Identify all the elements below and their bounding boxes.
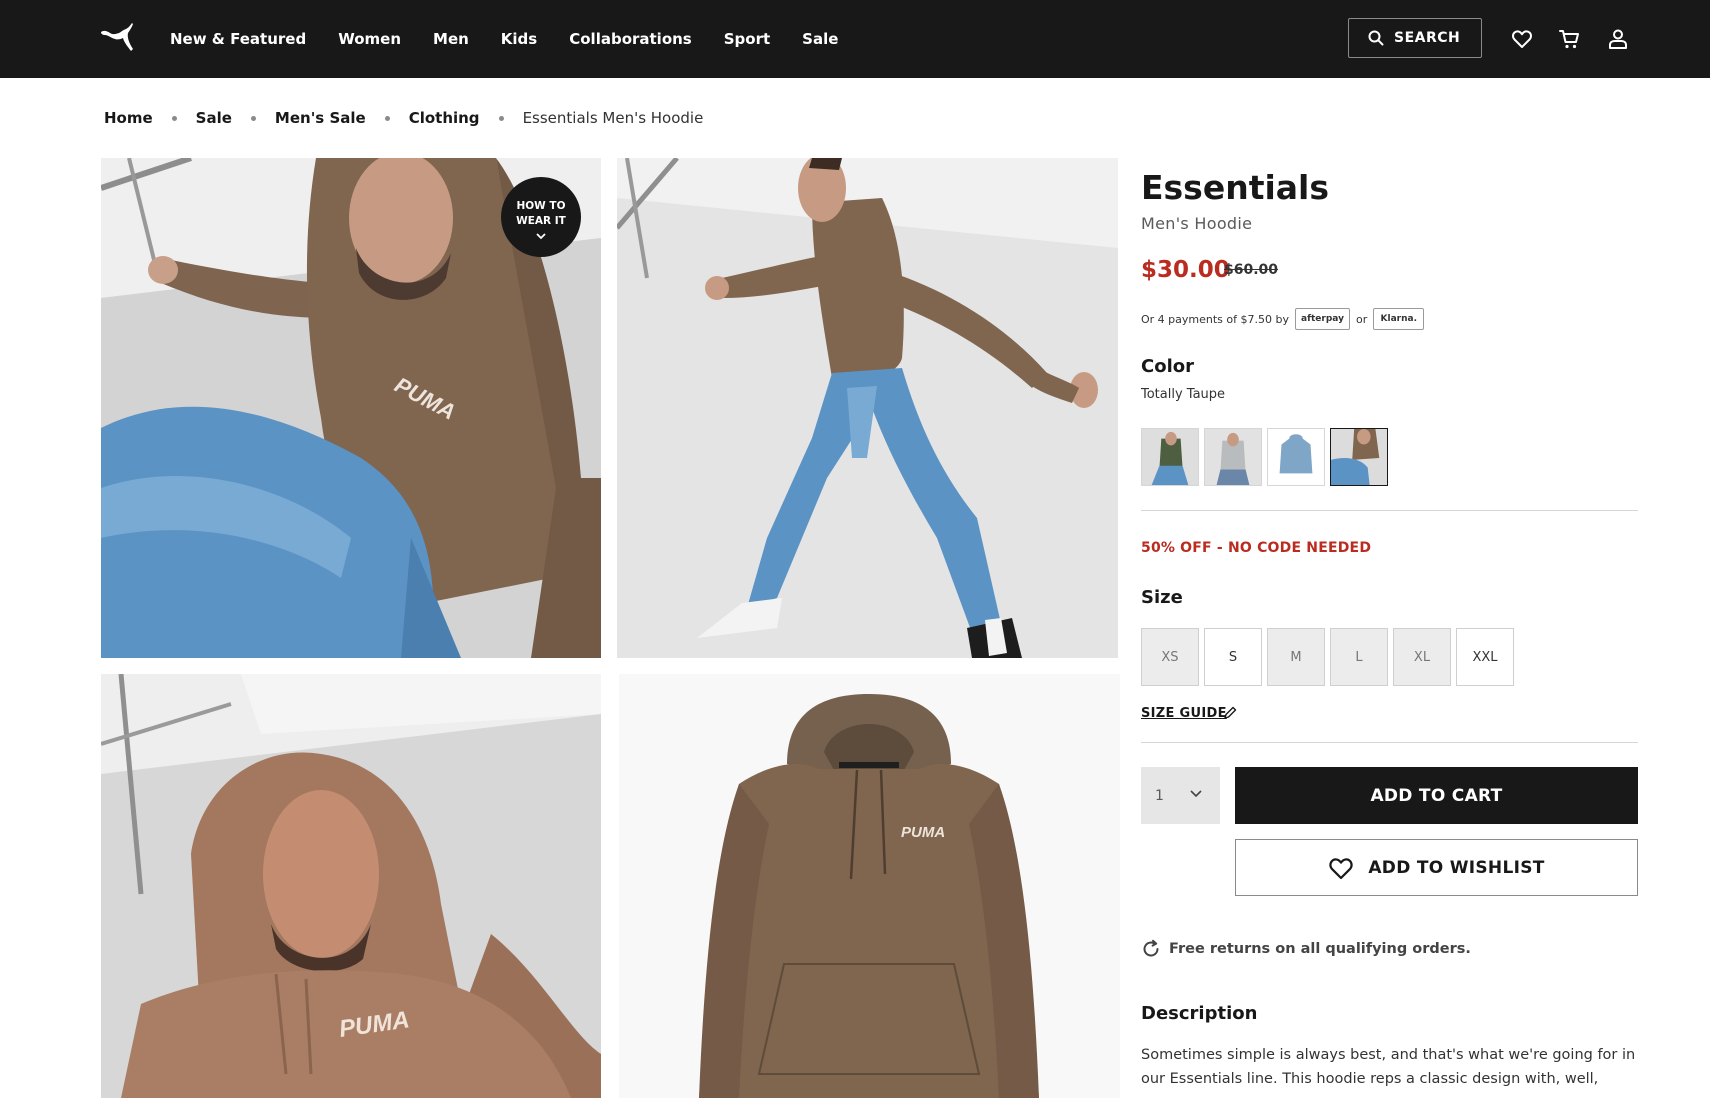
nav-item-sale[interactable]: Sale [802,30,838,48]
add-to-wishlist-label: ADD TO WISHLIST [1368,857,1545,878]
quantity-select[interactable]: 1 [1141,767,1220,824]
breadcrumb-mens-sale[interactable]: Men's Sale [275,109,366,127]
add-to-cart-button[interactable]: ADD TO CART [1235,767,1638,824]
breadcrumb-home[interactable]: Home [104,109,153,127]
afterpay-badge[interactable]: afterpay [1294,308,1350,330]
color-swatch-blue[interactable] [1267,428,1325,486]
chevron-down-icon [536,233,546,240]
product-image-3[interactable]: PUMA [101,674,601,1098]
puma-logo[interactable] [99,22,135,52]
color-label: Color [1141,356,1194,377]
description-title: Description [1141,1003,1258,1024]
add-to-wishlist-button[interactable]: ADD TO WISHLIST [1235,839,1638,896]
ruler-icon [1224,706,1237,719]
returns-text: Free returns on all qualifying orders. [1169,941,1471,957]
product-title: Essentials [1141,168,1330,207]
breadcrumb: Home Sale Men's Sale Clothing Essentials… [104,107,703,129]
size-option-s[interactable]: S [1204,628,1262,686]
nav-item-kids[interactable]: Kids [501,30,537,48]
divider [1141,742,1638,743]
nav-item-new-featured[interactable]: New & Featured [170,30,306,48]
nav-item-women[interactable]: Women [338,30,401,48]
product-image-4[interactable]: PUMA [619,674,1120,1098]
nav-item-men[interactable]: Men [433,30,469,48]
installments-info: Or 4 payments of $7.50 by afterpay or Kl… [1141,307,1430,331]
size-option-xxl[interactable]: XXL [1456,628,1514,686]
heart-icon [1329,857,1354,879]
quantity-value: 1 [1155,787,1164,804]
product-subtitle: Men's Hoodie [1141,214,1253,233]
promo-text: 50% OFF - NO CODE NEEDED [1141,540,1372,556]
how-to-wear-it-label: HOW TO WEAR IT [516,200,566,227]
breadcrumb-current: Essentials Men's Hoodie [522,109,704,127]
how-to-wear-it-button[interactable]: HOW TO WEAR IT [501,177,581,257]
breadcrumb-clothing[interactable]: Clothing [409,109,480,127]
color-name: Totally Taupe [1141,387,1226,402]
original-price: $60.00 [1224,262,1279,278]
search-label: SEARCH [1394,30,1461,46]
color-swatch-green[interactable] [1141,428,1199,486]
color-swatches [1141,428,1388,486]
breadcrumb-separator [171,115,177,121]
add-to-cart-label: ADD TO CART [1370,785,1503,806]
nav-item-collaborations[interactable]: Collaborations [569,30,692,48]
hoodie-brand-print: PUMA [901,824,945,841]
afterpay-label: afterpay [1301,314,1344,324]
divider [1141,510,1638,511]
breadcrumb-separator [384,115,390,121]
nav-item-sport[interactable]: Sport [724,30,770,48]
breadcrumb-sale[interactable]: Sale [196,109,232,127]
installments-or: or [1355,312,1368,326]
search-button[interactable]: SEARCH [1348,18,1482,58]
returns-info: Free returns on all qualifying orders. [1141,939,1471,959]
top-navigation-bar: New & Featured Women Men Kids Collaborat… [0,0,1710,78]
klarna-label: Klarna. [1380,314,1417,324]
heart-icon[interactable] [1510,27,1534,51]
size-option-xs[interactable]: XS [1141,628,1199,686]
account-icon[interactable] [1606,27,1630,51]
size-option-m[interactable]: M [1267,628,1325,686]
size-label: Size [1141,587,1183,608]
main-nav: New & Featured Women Men Kids Collaborat… [170,0,870,78]
size-guide-link[interactable]: SIZE GUIDE [1141,706,1227,721]
size-option-l[interactable]: L [1330,628,1388,686]
product-image-2[interactable] [617,158,1118,658]
returns-icon [1143,939,1159,957]
breadcrumb-separator [498,115,504,121]
search-icon [1368,30,1384,46]
cart-icon[interactable] [1558,27,1582,51]
sale-price: $30.00 [1141,257,1230,283]
description-text: Sometimes simple is always best, and tha… [1141,1047,1636,1087]
breadcrumb-separator [250,115,256,121]
installments-text: Or 4 payments of $7.50 by [1141,312,1289,326]
size-option-xl[interactable]: XL [1393,628,1451,686]
klarna-badge[interactable]: Klarna. [1373,308,1425,330]
color-swatch-totally-taupe[interactable] [1330,428,1388,486]
size-options: XS S M L XL XXL [1141,628,1514,686]
chevron-down-icon [1190,790,1202,798]
color-swatch-grey[interactable] [1204,428,1262,486]
